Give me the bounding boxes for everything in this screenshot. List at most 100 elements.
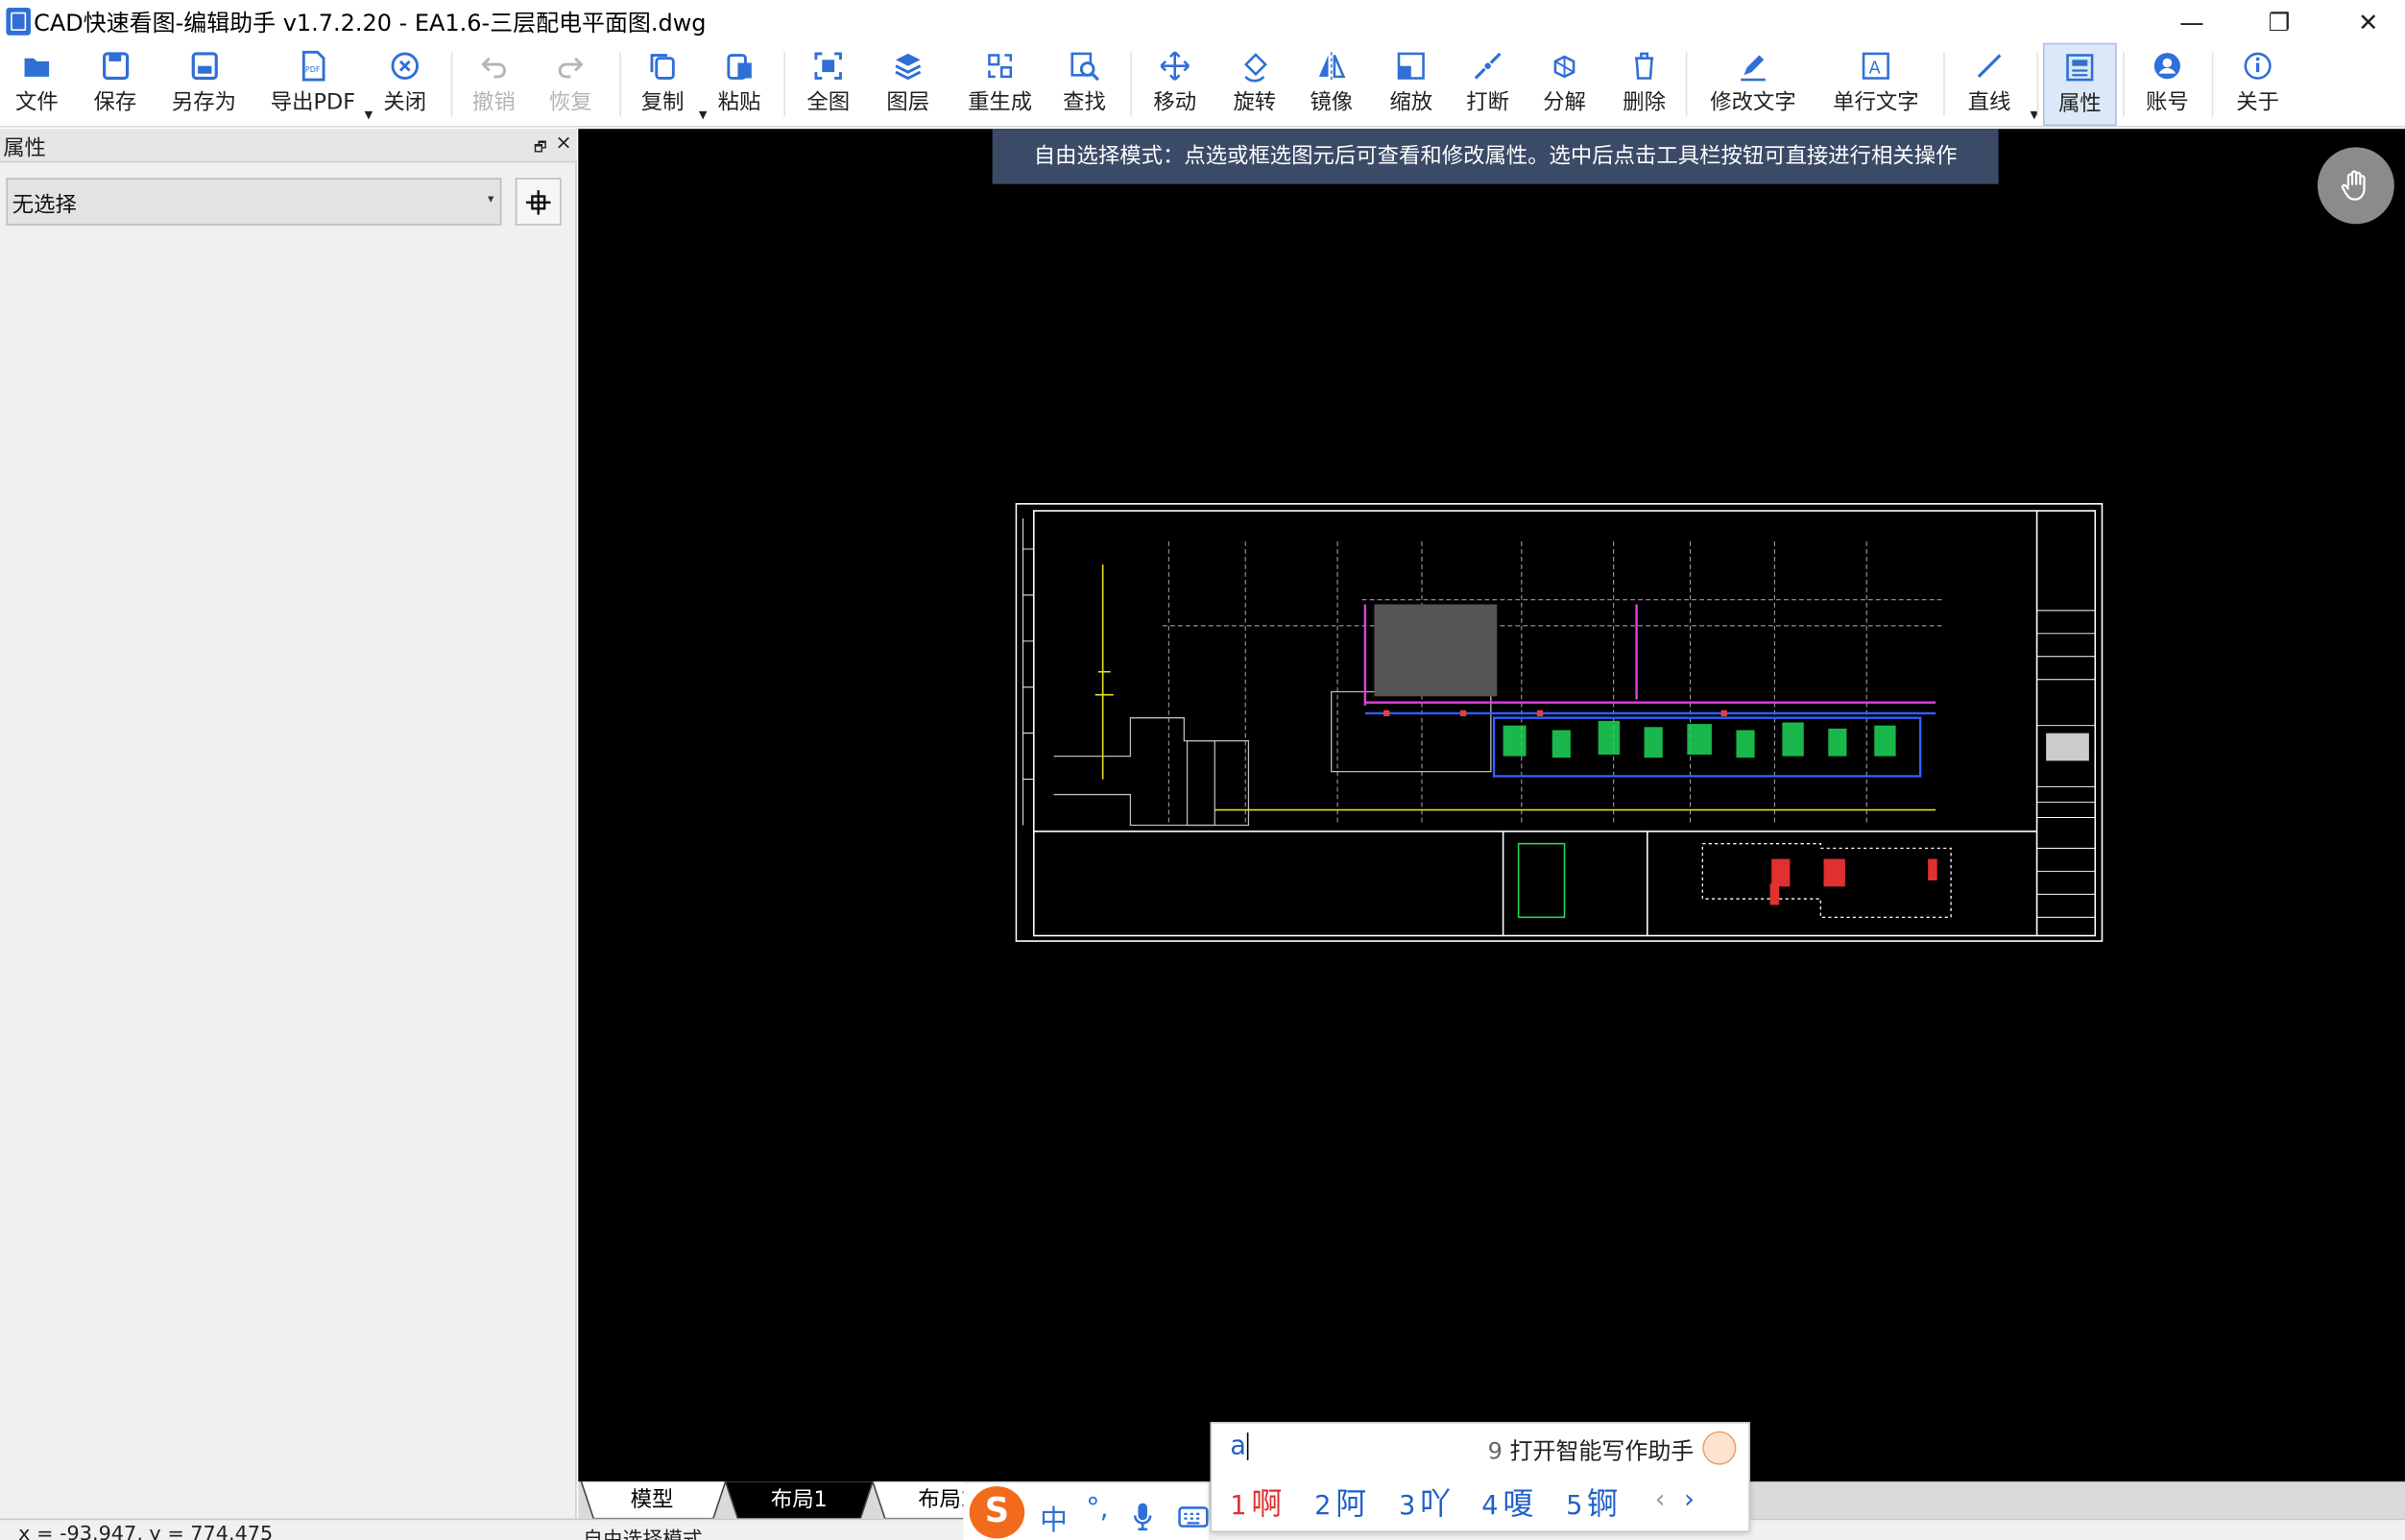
toolbar-button-explode[interactable]: 分解 (1530, 43, 1598, 126)
toolbar-button-mirror[interactable]: 镜像 (1298, 43, 1365, 126)
toolbar-button-folder-open[interactable]: 文件 (6, 43, 67, 126)
ime-candidate-number: 3 (1398, 1490, 1416, 1522)
sogou-logo[interactable]: S (969, 1486, 1025, 1539)
info-icon (2244, 52, 2272, 80)
ime-candidate-text: 阿 (1335, 1484, 1367, 1522)
line-icon (1977, 54, 2002, 79)
toolbar-button-undo[interactable]: 撤销 (460, 43, 527, 126)
ime-candidate-text: 锕 (1587, 1484, 1619, 1522)
chevron-down-icon: ▾ (488, 191, 494, 206)
undo-icon (481, 57, 507, 79)
toolbar-button-regenerate[interactable]: 重生成 (954, 43, 1046, 126)
microphone-icon[interactable] (1132, 1502, 1153, 1532)
ime-punctuation-toggle[interactable]: °, (1086, 1492, 1109, 1525)
toolbar-button-zoom-extents[interactable]: 全图 (795, 43, 862, 126)
toolbar-button-label: 保存 (93, 90, 137, 115)
paste-icon (727, 54, 752, 80)
toolbar-button-layers[interactable]: 图层 (875, 43, 942, 126)
pan-button[interactable] (2317, 147, 2394, 225)
toolbar-button-label: 关于 (2236, 90, 2279, 115)
toolbar-separator (2123, 52, 2125, 117)
toolbar-button-paste[interactable]: 粘贴 (706, 43, 773, 126)
toolbar-separator (1943, 52, 1945, 117)
toolbar-button-break[interactable]: 打断 (1454, 43, 1521, 126)
close-panel-icon[interactable]: × (555, 132, 571, 155)
title-bar: CAD快速看图-编辑助手 v1.7.2.20 - EA1.6-三层配电平面图.d… (0, 0, 2405, 43)
ime-composition: a (1230, 1432, 1249, 1462)
toolbar-button-pdf[interactable]: PDF 导出PDF ▼ (264, 43, 373, 126)
toolbar-button-label: 恢复 (548, 90, 592, 115)
tab-model[interactable]: 模型 (590, 1481, 713, 1518)
tab-layout1[interactable]: 布局1 (737, 1481, 860, 1518)
single-line-text-icon: A (1862, 52, 1889, 80)
keyboard-icon[interactable] (1178, 1504, 1209, 1529)
restore-button[interactable]: ❐ (2244, 0, 2314, 43)
toolbar-button-label: 旋转 (1233, 90, 1277, 115)
toolbar-button-label: 复制 (640, 90, 685, 115)
ime-candidate[interactable]: 1啊 (1230, 1479, 1282, 1523)
toolbar-button-label: 缩放 (1389, 90, 1433, 115)
toolbar-button-label: 属性 (2057, 91, 2102, 117)
zoom-extents-icon (814, 52, 842, 80)
toolbar-button-label: 直线 (1967, 90, 2011, 115)
toolbar-button-single-line-text[interactable]: A 单行文字 (1819, 43, 1933, 126)
ime-candidate-number: 1 (1230, 1490, 1247, 1522)
ime-candidate[interactable]: 2阿 (1314, 1479, 1366, 1523)
toolbar-button-close-circle[interactable]: 关闭 (372, 43, 439, 126)
ime-next-page-icon[interactable]: › (1684, 1484, 1695, 1515)
ime-candidate[interactable]: 3吖 (1399, 1479, 1451, 1523)
ime-candidate-text: 吖 (1420, 1484, 1452, 1522)
toolbar-button-label: 修改文字 (1710, 90, 1796, 115)
find-icon (1070, 52, 1099, 82)
toolbar-button-label: 粘贴 (717, 90, 761, 115)
ime-language-toggle[interactable]: 中 (1040, 1499, 1068, 1539)
toolbar-separator (1685, 52, 1688, 117)
toolbar-button-account[interactable]: 账号 (2132, 43, 2202, 126)
ime-assist-link[interactable]: 9 打开智能写作助手 (1488, 1434, 1695, 1467)
ime-candidate-number: 5 (1566, 1490, 1583, 1522)
assistant-icon[interactable] (1702, 1431, 1737, 1465)
drawing-canvas[interactable]: 自由选择模式：点选或框选图元后可查看和修改属性。选中后点击工具栏按钮可直接进行相… (578, 129, 2405, 1482)
toolbar-button-line[interactable]: 直线 ▼ (1951, 43, 2038, 126)
toolbar-button-info[interactable]: 关于 (2224, 43, 2291, 126)
ime-prev-page-icon[interactable]: ‹ (1655, 1484, 1666, 1515)
toolbar-separator (1130, 52, 1133, 117)
ime-assist-label: 打开智能写作助手 (1509, 1436, 1695, 1465)
toolbar-button-label: 单行文字 (1833, 90, 1919, 115)
toolbar-button-redo[interactable]: 恢复 (537, 43, 604, 126)
delete-icon (1635, 52, 1654, 80)
ime-status-bar: S 中 °, (963, 1481, 1209, 1540)
toolbar-button-copy[interactable]: 复制 ▼ (629, 43, 707, 126)
toolbar-button-scale[interactable]: 缩放 (1378, 43, 1445, 126)
pdf-icon: PDF (301, 50, 325, 82)
mirror-icon (1318, 52, 1346, 81)
ime-candidate[interactable]: 4嗄 (1481, 1479, 1533, 1523)
selection-mode-hint: 自由选择模式：点选或框选图元后可查看和修改属性。选中后点击工具栏按钮可直接进行相… (992, 129, 1999, 184)
toolbar-button-delete[interactable]: 删除 (1610, 43, 1677, 126)
toolbar-button-find[interactable]: 查找 (1050, 43, 1118, 126)
selection-dropdown[interactable]: 无选择 ▾ (6, 178, 502, 226)
ime-assist-number: 9 (1487, 1436, 1503, 1465)
toolbar-button-save-as[interactable]: 另存为 (159, 43, 249, 126)
toolbar-button-rotate[interactable]: 旋转 (1221, 43, 1288, 126)
toolbar-button-label: 重生成 (968, 90, 1033, 115)
close-window-button[interactable]: ✕ (2333, 0, 2403, 43)
drawing-sheet[interactable] (1015, 503, 2104, 944)
toolbar-button-label: 撤销 (472, 90, 516, 115)
account-icon (2153, 53, 2180, 80)
svg-text:PDF: PDF (305, 65, 321, 74)
toolbar-button-edit-text[interactable]: 修改文字 (1696, 43, 1810, 126)
crosshair-icon (525, 189, 551, 214)
ime-candidate-number: 4 (1481, 1490, 1499, 1522)
float-panel-icon[interactable]: 🗗 (534, 136, 547, 161)
toolbar-button-properties[interactable]: 属性 (2042, 42, 2117, 127)
ime-candidate-text: 啊 (1251, 1484, 1283, 1522)
minimize-button[interactable]: — (2156, 0, 2226, 43)
toolbar-button-save[interactable]: 保存 (84, 43, 146, 126)
toolbar-button-move[interactable]: 移动 (1142, 43, 1209, 126)
properties-panel-title: 属性 (3, 136, 46, 161)
toolbar-button-label: 查找 (1063, 90, 1106, 115)
ime-candidate[interactable]: 5锕 (1566, 1479, 1618, 1523)
pick-object-button[interactable] (515, 178, 562, 226)
toolbar: 文件保存 另存为 PDF 导出PDF ▼ 关闭撤销 恢复 复制 ▼ 粘贴 全图 图层重生成 查找 移动 旋转… (0, 42, 2405, 128)
